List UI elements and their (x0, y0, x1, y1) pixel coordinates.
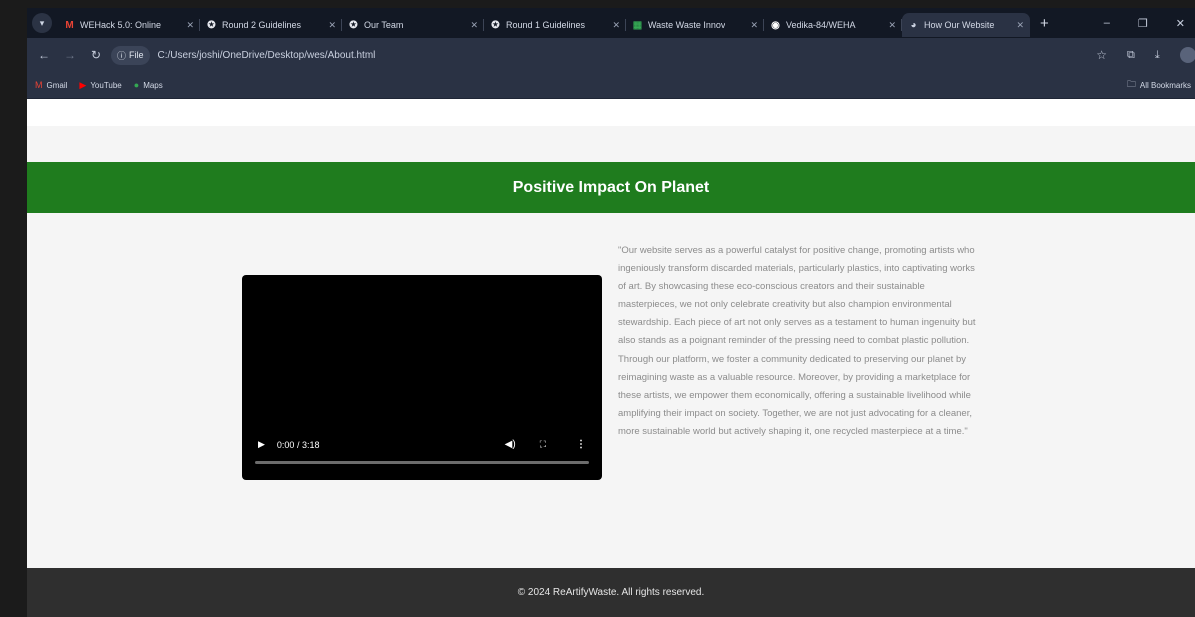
bookmark-youtube[interactable]: ▶ YouTube (79, 80, 121, 91)
section-banner: Positive Impact On Planet (27, 162, 1195, 213)
browser-toolbar: ← → ↻ ⓘ File C:/Users/joshi/OneDrive/Des… (27, 38, 1195, 72)
devfolio-icon: ✪ (491, 19, 500, 31)
reload-icon[interactable]: ↻ (83, 48, 109, 62)
github-icon: ◉ (771, 19, 780, 31)
video-player[interactable]: ▶ 0:00 / 3:18 ◀) ⛶ ⋮ (242, 275, 602, 480)
page-title: Positive Impact On Planet (512, 178, 710, 196)
close-icon[interactable]: ✕ (182, 20, 194, 31)
play-icon[interactable]: ▶ (258, 439, 265, 450)
tab-strip: ▾ M WEHack 5.0: Online ✕ ✪ Round 2 Guide… (27, 8, 1195, 38)
tab-label: Round 1 Guidelines (506, 20, 586, 30)
window-controls: – ❐ ✕ (1104, 17, 1195, 30)
profile-avatar[interactable] (1179, 47, 1195, 63)
tab-how-our-website[interactable]: ◕ How Our Website ✕ (902, 13, 1030, 37)
tab-label: Waste Waste Innov (648, 20, 726, 30)
video-time: 0:00 / 3:18 (276, 439, 320, 450)
footer: © 2024 ReArtifyWaste. All rights reserve… (27, 568, 1195, 617)
bookmark-label: YouTube (90, 80, 122, 90)
info-icon: ⓘ (117, 50, 127, 61)
page-top-strip (27, 99, 1195, 126)
forward-icon[interactable]: → (57, 48, 83, 62)
bookmark-label: Gmail (46, 80, 68, 90)
bookmark-star-icon[interactable]: ☆ (1096, 48, 1111, 62)
download-icon[interactable]: ⤓ (1155, 49, 1160, 62)
close-icon[interactable]: ✕ (1012, 20, 1024, 31)
tab-label: Our Team (364, 20, 404, 30)
extensions-icon[interactable]: ⧉ (1127, 49, 1135, 62)
back-icon[interactable]: ← (31, 48, 57, 62)
address-bar[interactable]: ⓘ File C:/Users/joshi/OneDrive/Desktop/w… (111, 42, 1111, 68)
tab-github[interactable]: ◉ Vedika-84/WEHA ✕ (764, 13, 902, 37)
gmail-icon: M (35, 80, 43, 90)
folder-icon: 🗀 (1126, 79, 1136, 89)
devfolio-icon: ✪ (207, 19, 216, 31)
video-progress-bar[interactable] (255, 461, 589, 464)
bookmark-label: Maps (143, 80, 163, 90)
maps-icon: ● (133, 80, 140, 90)
close-icon[interactable]: ✕ (324, 20, 336, 31)
volume-icon[interactable]: ◀) (505, 439, 516, 450)
video-controls: ▶ 0:00 / 3:18 ◀) ⛶ ⋮ (242, 439, 602, 450)
tab-label: Round 2 Guidelines (222, 20, 302, 30)
site-info-chip[interactable]: ⓘ File (111, 45, 150, 65)
more-options-icon[interactable]: ⋮ (576, 439, 586, 450)
tab-round-2-guidelines[interactable]: ✪ Round 2 Guidelines ✕ (200, 13, 342, 37)
tab-waste-innovation[interactable]: ▦ Waste Waste Innov ✕ (626, 13, 764, 37)
url-text: C:/Users/joshi/OneDrive/Desktop/wes/Abou… (157, 49, 376, 61)
tab-label: How Our Website (924, 20, 995, 30)
all-bookmarks[interactable]: 🗀 All Bookmarks (1127, 77, 1195, 93)
file-chip-label: File (129, 50, 144, 60)
close-icon[interactable]: ✕ (466, 20, 478, 31)
tab-wehack[interactable]: M WEHack 5.0: Online ✕ (58, 13, 200, 37)
tab-label: WEHack 5.0: Online (80, 20, 162, 30)
close-icon[interactable]: ✕ (608, 20, 620, 31)
sheets-icon: ▦ (632, 19, 643, 31)
toolbar-actions: ⧉ ⤓ ⋮ (1127, 47, 1195, 63)
bookmark-gmail[interactable]: M Gmail (35, 80, 67, 90)
tab-our-team[interactable]: ✪ Our Team ✕ (342, 13, 484, 37)
tab-search-icon[interactable]: ▾ (32, 13, 52, 33)
close-icon[interactable]: ✕ (884, 20, 896, 31)
tab-round-1-guidelines[interactable]: ✪ Round 1 Guidelines ✕ (484, 13, 626, 37)
tab-label: Vedika-84/WEHA (786, 20, 856, 30)
copyright-text: © 2024 ReArtifyWaste. All rights reserve… (517, 587, 705, 598)
window-close-icon[interactable]: ✕ (1176, 17, 1185, 30)
fullscreen-icon[interactable]: ⛶ (540, 439, 546, 450)
youtube-icon: ▶ (79, 79, 87, 90)
about-description: "Our website serves as a powerful cataly… (618, 245, 976, 437)
new-tab-plus-icon[interactable]: + (1040, 15, 1049, 32)
close-icon[interactable]: ✕ (746, 20, 758, 31)
devfolio-icon: ✪ (349, 19, 358, 31)
globe-icon: ◕ (910, 19, 917, 31)
all-bookmarks-label: All Bookmarks (1139, 80, 1191, 90)
minimize-icon[interactable]: – (1104, 17, 1110, 30)
browser-window: ▾ M WEHack 5.0: Online ✕ ✪ Round 2 Guide… (27, 8, 1195, 617)
bookmarks-bar: M Gmail ▶ YouTube ● Maps 🗀 All Bookmarks (27, 72, 1195, 99)
bookmark-maps[interactable]: ● Maps (134, 80, 163, 90)
page-content: Positive Impact On Planet ▶ 0:00 / 3:18 … (27, 99, 1195, 617)
restore-icon[interactable]: ❐ (1138, 17, 1148, 30)
gmail-icon: M (65, 19, 74, 31)
